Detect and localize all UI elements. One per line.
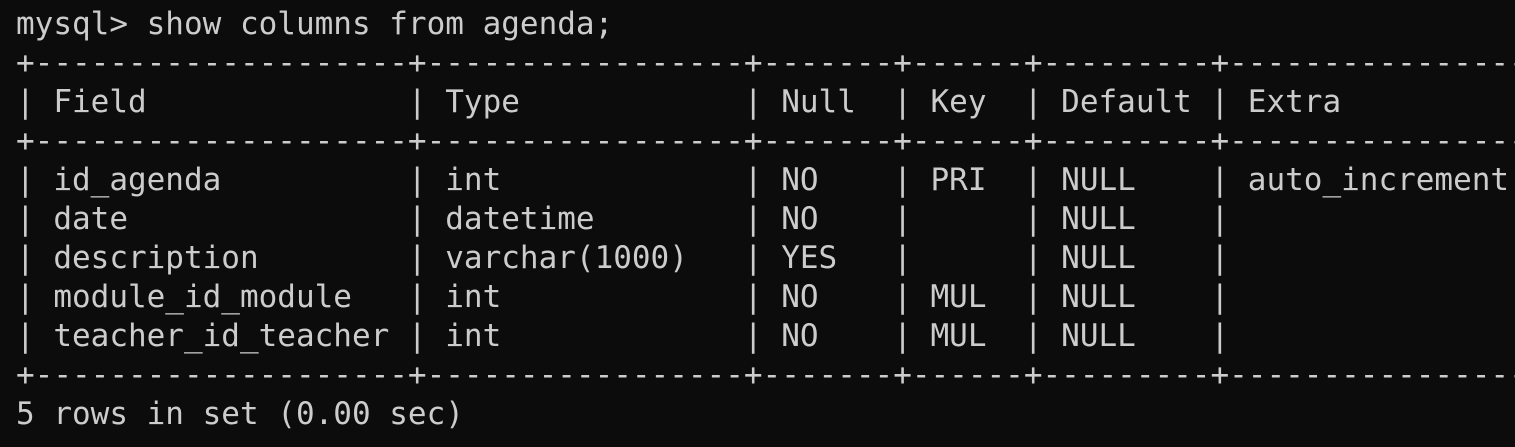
table-row: | description | varchar(1000) | YES | | … [16, 240, 1515, 276]
table-header-row: | Field | Type | Null | Key | Default | … [16, 84, 1515, 120]
terminal-output[interactable]: mysql> show columns from agenda; +------… [0, 5, 1515, 447]
table-row: | module_id_module | int | NO | MUL | NU… [16, 279, 1515, 315]
result-summary: 5 rows in set (0.00 sec) [16, 396, 464, 432]
table-border-header: +--------------------+-----------------+… [16, 123, 1515, 159]
table-row: | id_agenda | int | NO | PRI | NULL | au… [16, 162, 1515, 198]
table-row: | date | datetime | NO | | NULL | | [16, 201, 1515, 237]
table-border-top: +--------------------+-----------------+… [16, 45, 1515, 81]
table-row: | teacher_id_teacher | int | NO | MUL | … [16, 318, 1515, 354]
table-border-bottom: +--------------------+-----------------+… [16, 357, 1515, 393]
command-prompt-line: mysql> show columns from agenda; [16, 6, 614, 42]
